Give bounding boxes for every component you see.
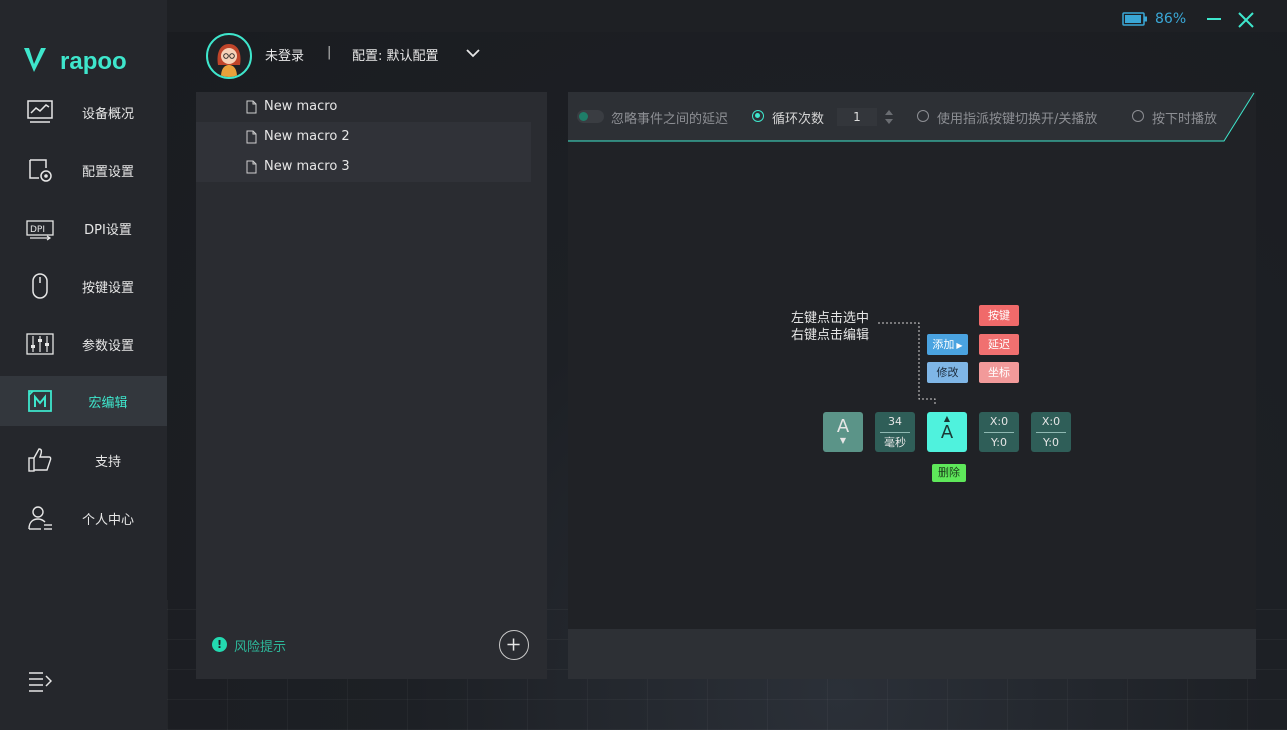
spinner-icon[interactable] (883, 108, 895, 126)
hint-right-click: 右键点击编辑 (791, 328, 870, 343)
battery-percent: 86% (1155, 11, 1187, 27)
close-icon[interactable] (1237, 11, 1255, 29)
user-icon (28, 506, 52, 530)
title-bar (167, 0, 1287, 32)
add-label: 添加 (932, 338, 955, 351)
chevron-down-icon[interactable] (466, 48, 480, 58)
key-down-arrow-icon: ▼ (839, 436, 847, 445)
loop-count-input[interactable]: 1 (837, 108, 877, 126)
macro-event-coordinate[interactable]: X:0 Y:0 (1031, 412, 1071, 452)
delay-unit: 毫秒 (884, 436, 906, 449)
sidebar: rapoo 设备概况 配置设置 DPI DPI设置 按键设置 参数设置 宏编辑 … (0, 0, 167, 730)
toggle-on-assign-label: 使用指派按键切换开/关播放 (937, 112, 1098, 127)
sidebar-item-label: 配置设置 (81, 165, 134, 180)
sidebar-item-dpi[interactable]: DPI DPI设置 (0, 203, 167, 253)
user-name[interactable]: 未登录 (265, 45, 304, 64)
macro-event-coordinate[interactable]: X:0 Y:0 (979, 412, 1019, 452)
battery-icon (1122, 12, 1147, 26)
macro-name: New macro 2 (264, 129, 350, 144)
sidebar-item-config[interactable]: 配置设置 (0, 145, 167, 195)
sidebar-item-macro[interactable]: 宏编辑 (0, 376, 167, 426)
svg-text:rapoo: rapoo (60, 48, 127, 75)
editor-footer (568, 629, 1256, 679)
thumbs-up-icon (28, 448, 52, 472)
avatar[interactable] (206, 33, 252, 79)
add-delay-button[interactable]: 延迟 (979, 334, 1019, 355)
warning-icon: ! (212, 637, 227, 652)
macro-event-key-up-selected[interactable]: ▲ A (927, 412, 967, 452)
loop-count-label: 循环次数 (772, 112, 825, 127)
coord-y: Y:0 (991, 436, 1007, 449)
sidebar-item-label: 支持 (94, 455, 121, 470)
add-macro-button[interactable] (499, 630, 529, 660)
sidebar-item-device-overview[interactable]: 设备概况 (0, 87, 167, 137)
macro-name: New macro 3 (264, 159, 350, 174)
header-separator: | (327, 45, 332, 60)
ignore-delay-label: 忽略事件之间的延迟 (611, 112, 729, 127)
macro-event-key-down[interactable]: A ▼ (823, 412, 863, 452)
document-icon (246, 100, 257, 114)
svg-text:DPI: DPI (30, 225, 45, 235)
sidebar-item-params[interactable]: 参数设置 (0, 319, 167, 369)
macro-list-panel: New macro New macro 2 New macro 3 ! 风险提示 (196, 92, 547, 679)
document-icon (246, 130, 257, 144)
sidebar-item-label: 宏编辑 (88, 396, 128, 411)
macro-list-item[interactable]: New macro (196, 92, 531, 122)
add-coordinate-button[interactable]: 坐标 (979, 362, 1019, 383)
toggle-on-assign-radio[interactable] (917, 110, 929, 122)
macro-event-delay[interactable]: 34 毫秒 (875, 412, 915, 452)
coord-x: X:0 (989, 415, 1009, 428)
sliders-icon (26, 333, 54, 355)
loop-count-radio[interactable] (752, 110, 764, 122)
delete-event-button[interactable]: 删除 (932, 464, 966, 482)
divider (984, 432, 1014, 433)
event-key-label: A (940, 422, 954, 443)
sidebar-item-label: 设备概况 (81, 107, 134, 122)
collapse-menu-icon[interactable] (28, 670, 52, 692)
macro-name: New macro (264, 99, 338, 114)
macro-list-item[interactable]: New macro 3 (196, 152, 531, 182)
delay-value: 34 (888, 415, 902, 428)
rapoo-logo: rapoo (24, 48, 127, 75)
divider (880, 432, 910, 433)
avatar-image (217, 44, 241, 77)
sidebar-item-label: 参数设置 (81, 339, 134, 354)
dpi-icon: DPI (26, 220, 54, 241)
macro-list-item[interactable]: New macro 2 (196, 122, 531, 152)
caret-right-icon: ▶ (956, 341, 963, 350)
play-while-pressed-label: 按下时播放 (1152, 112, 1218, 127)
sidebar-item-support[interactable]: 支持 (0, 435, 167, 485)
minimize-icon[interactable] (1206, 10, 1222, 26)
coord-x: X:0 (1041, 415, 1061, 428)
sidebar-item-label: 按键设置 (81, 281, 134, 296)
modify-event-button[interactable]: 修改 (927, 362, 968, 383)
risk-warning-link[interactable]: 风险提示 (234, 636, 286, 655)
sidebar-item-personal[interactable]: 个人中心 (0, 493, 167, 543)
mouse-icon (32, 273, 48, 299)
add-key-button[interactable]: 按键 (979, 305, 1019, 326)
config-gear-icon (29, 159, 52, 182)
play-while-pressed-radio[interactable] (1132, 110, 1144, 122)
ignore-delay-toggle[interactable] (577, 110, 604, 123)
document-icon (246, 160, 257, 174)
sidebar-item-label: 个人中心 (81, 513, 134, 528)
event-key-label: A (836, 416, 850, 437)
add-event-button[interactable]: 添加 ▶ (927, 334, 968, 355)
sidebar-item-label: DPI设置 (84, 223, 132, 238)
config-selector-label[interactable]: 配置: 默认配置 (352, 45, 439, 64)
macro-icon (28, 390, 52, 412)
divider (1036, 432, 1066, 433)
coord-y: Y:0 (1043, 436, 1059, 449)
monitor-chart-icon (27, 100, 53, 123)
sidebar-item-buttons[interactable]: 按键设置 (0, 261, 167, 311)
